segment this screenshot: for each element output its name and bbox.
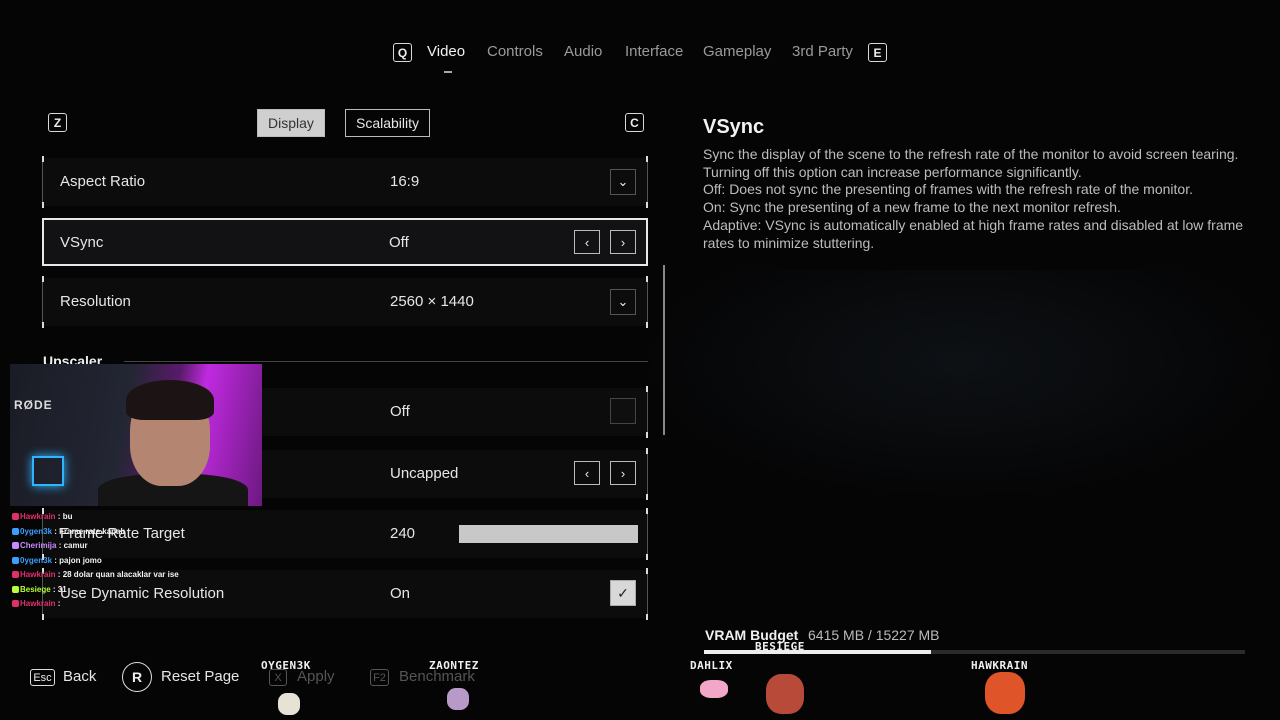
frame-rate-slider[interactable]: [459, 525, 638, 543]
pokemon-sprite: [700, 680, 728, 698]
tab-3rd-party[interactable]: 3rd Party: [792, 43, 853, 60]
streamer-webcam: RØDE: [10, 364, 262, 506]
chat-username: Hawkrain: [20, 599, 56, 608]
setting-vsync[interactable]: VSync Off ‹ ›: [42, 218, 648, 266]
player-tag: OYGEN3K: [261, 659, 311, 672]
chat-message: Cherimija : camur: [12, 539, 212, 554]
chevron-left-icon[interactable]: ‹: [574, 230, 600, 254]
chat-badge-icon: [12, 513, 19, 520]
chevron-right-icon[interactable]: ›: [610, 461, 636, 485]
setting-value: 2560 × 1440: [390, 293, 474, 310]
prev-subtab-key[interactable]: Z: [48, 113, 67, 132]
checkbox[interactable]: [610, 398, 636, 424]
pokemon-sprite: [985, 672, 1025, 714]
setting-resolution[interactable]: Resolution 2560 × 1440 ⌄: [42, 276, 648, 328]
description-title: VSync: [703, 116, 765, 138]
setting-aspect-ratio[interactable]: Aspect Ratio 16:9 ⌄: [42, 156, 648, 208]
chat-badge-icon: [12, 585, 19, 593]
setting-label: VSync: [60, 234, 104, 251]
chevron-left-icon[interactable]: ‹: [574, 461, 600, 485]
setting-label: Aspect Ratio: [60, 173, 146, 190]
chat-username: Besiege: [20, 584, 51, 594]
reset-page-button[interactable]: Reset Page: [161, 668, 239, 685]
led-cube: [32, 456, 64, 486]
chat-badge-icon: [12, 542, 19, 549]
chat-text: : camur: [56, 541, 88, 550]
chat-text: : 31: [50, 584, 67, 594]
tab-audio[interactable]: Audio: [564, 43, 602, 60]
chevron-down-icon[interactable]: ⌄: [610, 289, 636, 315]
tab-gameplay[interactable]: Gameplay: [703, 43, 771, 60]
active-tab-indicator: [444, 71, 452, 73]
chat-message: 0ygen3k : Frame rate kapalı: [12, 525, 212, 540]
setting-value: Off: [390, 403, 410, 420]
vram-bar-fill: [704, 650, 932, 654]
pokemon-sprite: [766, 674, 804, 714]
next-tab-key[interactable]: E: [868, 43, 887, 62]
settings-scrollbar[interactable]: [663, 265, 665, 435]
setting-value: On: [390, 585, 411, 602]
description-line: On: Sync the presenting of a new frame t…: [703, 199, 1121, 216]
description-body: Sync the display of the scene to the ref…: [703, 146, 1253, 252]
chevron-down-icon[interactable]: ⌄: [610, 169, 636, 195]
description-line: Adaptive: VSync is automatically enabled…: [703, 216, 1244, 251]
setting-value: 240: [390, 525, 416, 542]
next-subtab-key[interactable]: C: [625, 113, 644, 132]
setting-value: 16:9: [390, 173, 420, 190]
player-tag: HAWKRAIN: [971, 659, 1028, 672]
benchmark-key: F2: [370, 669, 389, 686]
pokemon-sprite: [447, 688, 469, 710]
player-tag: DAHLIX: [690, 659, 733, 672]
chat-username: Cherimija: [20, 541, 57, 550]
checkmark-icon[interactable]: ✓: [610, 580, 636, 606]
player-tag: ZAONTEZ: [429, 659, 479, 672]
description-line: Off: Does not sync the presenting of fra…: [703, 181, 1193, 198]
chat-text: : 28 dolar quan alacaklar var ise: [55, 570, 179, 579]
chat-username: Hawkrain: [20, 570, 56, 579]
chat-message: Besiege : 31: [12, 583, 212, 598]
chat-badge-icon: [12, 556, 19, 564]
chat-text: : pajon jomo: [52, 555, 102, 565]
chat-username: Hawkrain: [20, 512, 56, 521]
chat-badge-icon: [12, 527, 19, 535]
player-tag: BESIEGE: [755, 640, 805, 653]
chat-message: Hawkrain :: [12, 597, 212, 612]
chat-badge-icon: [12, 571, 19, 578]
subtab-scalability[interactable]: Scalability: [345, 109, 431, 137]
background-scene: [640, 270, 1280, 500]
stream-chat: Hawkrain : bu 0ygen3k : Frame rate kapalı…: [12, 510, 212, 612]
vram-value: 6415 MB / 15227 MB: [808, 627, 940, 643]
pokemon-sprite: [278, 693, 300, 715]
tab-video[interactable]: Video: [427, 43, 465, 60]
microphone-brand: RØDE: [14, 398, 53, 412]
chat-badge-icon: [12, 600, 19, 607]
back-button[interactable]: Back: [63, 668, 96, 685]
top-tab-bar: Q Video Controls Audio Interface Gamepla…: [0, 40, 1280, 70]
chat-text: : bu: [55, 512, 73, 521]
chat-message: 0ygen3k : pajon jomo: [12, 554, 212, 569]
chat-username: 0ygen3k: [20, 555, 53, 565]
streamer-hair: [126, 380, 214, 420]
chevron-right-icon[interactable]: ›: [610, 230, 636, 254]
tab-controls[interactable]: Controls: [487, 43, 543, 60]
tab-interface[interactable]: Interface: [625, 43, 683, 60]
chat-username: 0ygen3k: [20, 526, 53, 536]
chat-message: Hawkrain : bu: [12, 510, 212, 525]
setting-value: Uncapped: [390, 465, 459, 482]
section-divider: [124, 361, 648, 362]
setting-label: Resolution: [60, 293, 131, 310]
chat-text: : Frame rate kapalı: [52, 526, 125, 536]
description-line: Sync the display of the scene to the ref…: [703, 146, 1239, 180]
prev-tab-key[interactable]: Q: [393, 43, 412, 62]
reset-key[interactable]: R: [122, 662, 152, 692]
setting-value: Off: [389, 234, 409, 251]
esc-key[interactable]: Esc: [30, 669, 55, 686]
subtab-display[interactable]: Display: [257, 109, 325, 137]
chat-text: :: [55, 599, 61, 608]
chat-message: Hawkrain : 28 dolar quan alacaklar var i…: [12, 568, 212, 583]
